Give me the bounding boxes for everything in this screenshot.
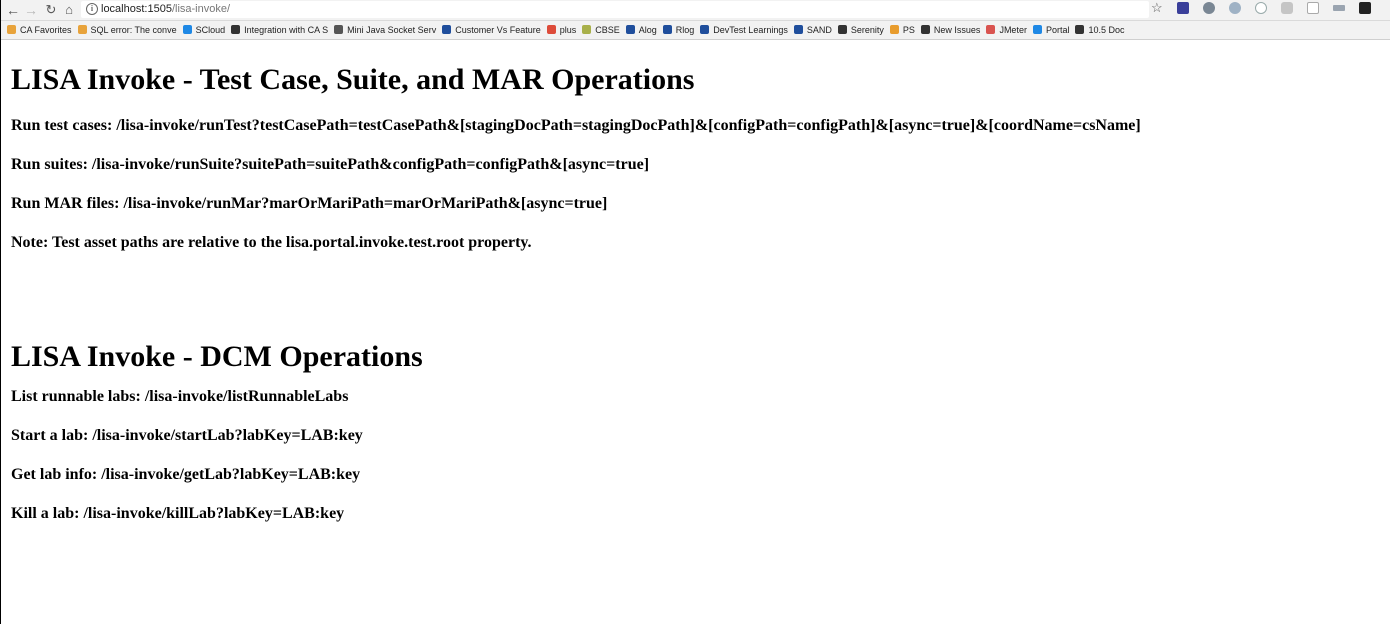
bookmark-item[interactable]: plus [546,21,577,39]
bookmark-favicon-icon [920,25,930,34]
section-title-dcm-operations: LISA Invoke - DCM Operations [11,340,423,373]
bookmark-item[interactable]: Portal [1032,21,1070,39]
bookmark-favicon-icon [1032,25,1042,34]
bookmark-favicon-icon [582,25,592,34]
bookmark-favicon-icon [442,25,452,34]
bookmark-label: PS [902,25,915,35]
note-line: Note: Test asset paths are relative to t… [11,234,532,251]
bookmark-label: CA Favorites [20,25,72,35]
home-icon[interactable]: ⌂ [61,2,77,18]
bookmark-item[interactable]: CBSE [582,21,620,39]
bookmark-label: Serenity [850,25,884,35]
bookmark-item[interactable]: SQL error: The conve [77,21,177,39]
bookmark-favicon-icon [546,25,556,34]
run-mar-files-line: Run MAR files: /lisa-invoke/runMar?marOr… [11,195,608,212]
run-test-cases-line: Run test cases: /lisa-invoke/runTest?tes… [11,117,1141,134]
bookmark-label: SQL error: The conve [90,25,177,35]
bookmark-favicon-icon [889,25,899,34]
bookmark-item[interactable]: JMeter [986,21,1027,39]
get-lab-info-line: Get lab info: /lisa-invoke/getLab?labKey… [11,466,361,483]
extension-icon-2[interactable] [1202,2,1215,15]
bookmark-favicon-icon [231,25,241,34]
bookmark-label: New Issues [933,25,981,35]
bookmark-item[interactable]: DevTest Learnings [700,21,788,39]
window-border [0,0,1,624]
url-host: localhost:1505 [101,3,172,15]
extension-icon-8[interactable] [1359,2,1372,15]
extension-icon-1[interactable] [1176,2,1189,15]
bookmark-label: SCloud [195,25,226,35]
site-info-icon[interactable]: i [86,3,98,15]
bookmark-item[interactable]: Mini Java Socket Serv [334,21,436,39]
bookmark-favicon-icon [793,25,803,34]
bookmark-favicon-icon [986,25,996,34]
bookmark-favicon-icon [1075,25,1085,34]
bookmark-label: plus [559,25,577,35]
extension-icon-7[interactable] [1333,5,1346,12]
extension-icon-3[interactable] [1228,2,1241,15]
bookmark-item[interactable]: New Issues [920,21,981,39]
browser-toolbar: ← → ↻ ⌂ i localhost:1505/lisa-invoke/ ☆ [1,0,1390,21]
bookmark-favicon-icon [625,25,635,34]
address-bar[interactable]: i localhost:1505/lisa-invoke/ [81,1,1149,18]
bookmark-favicon-icon [182,25,192,34]
bookmark-label: CBSE [595,25,620,35]
bookmark-item[interactable]: CA Favorites [7,21,72,39]
bookmark-label: DevTest Learnings [713,25,788,35]
url-path: /lisa-invoke/ [171,3,231,15]
bookmark-favicon-icon [7,25,16,34]
list-runnable-labs-line: List runnable labs: /lisa-invoke/listRun… [11,388,349,405]
bookmark-item[interactable]: SCloud [182,21,226,39]
extension-icon-4[interactable] [1254,2,1267,15]
section-title-test-operations: LISA Invoke - Test Case, Suite, and MAR … [11,63,695,96]
bookmark-favicon-icon [837,25,847,34]
start-lab-line: Start a lab: /lisa-invoke/startLab?labKe… [11,427,363,444]
extension-icon-5[interactable] [1280,2,1293,15]
back-arrow-icon[interactable]: ← [5,2,21,18]
bookmark-label: Rlog [675,25,695,35]
bookmark-item[interactable]: Alog [625,21,657,39]
extension-icon-6[interactable] [1307,2,1320,15]
page-content: LISA Invoke - Test Case, Suite, and MAR … [11,40,1390,524]
bookmark-label: SAND [806,25,832,35]
forward-arrow-icon[interactable]: → [23,2,39,18]
run-suites-line: Run suites: /lisa-invoke/runSuite?suiteP… [11,156,650,173]
reload-icon[interactable]: ↻ [43,2,59,18]
bookmark-item[interactable]: Serenity [837,21,884,39]
bookmark-label: Integration with CA S [244,25,329,35]
bookmark-favicon-icon [662,25,672,34]
bookmark-star-icon[interactable]: ☆ [1151,1,1163,14]
url-text[interactable]: localhost:1505/lisa-invoke/ [101,3,230,15]
bookmark-item[interactable]: SAND [793,21,832,39]
bookmark-favicon-icon [700,25,710,34]
extension-icons: ☆ [1151,1,1382,18]
kill-lab-line: Kill a lab: /lisa-invoke/killLab?labKey=… [11,505,345,522]
bookmarks-bar: CA Favorites SQL error: The conve SCloud In… [1,21,1390,40]
bookmark-item[interactable]: Rlog [662,21,695,39]
bookmark-label: Customer Vs Feature [455,25,541,35]
bookmark-label: Alog [638,25,657,35]
bookmark-label: Mini Java Socket Serv [347,25,437,35]
bookmark-item[interactable]: PS [889,21,915,39]
bookmark-label: JMeter [999,25,1027,35]
bookmark-item[interactable]: Customer Vs Feature [442,21,541,39]
bookmark-item[interactable]: Integration with CA S [231,21,328,39]
bookmark-favicon-icon [334,25,344,34]
bookmark-item[interactable]: 10.5 Doc [1075,21,1125,39]
bookmark-favicon-icon [77,25,87,34]
bookmark-label: 10.5 Doc [1088,25,1125,35]
bookmark-label: Portal [1045,25,1070,35]
